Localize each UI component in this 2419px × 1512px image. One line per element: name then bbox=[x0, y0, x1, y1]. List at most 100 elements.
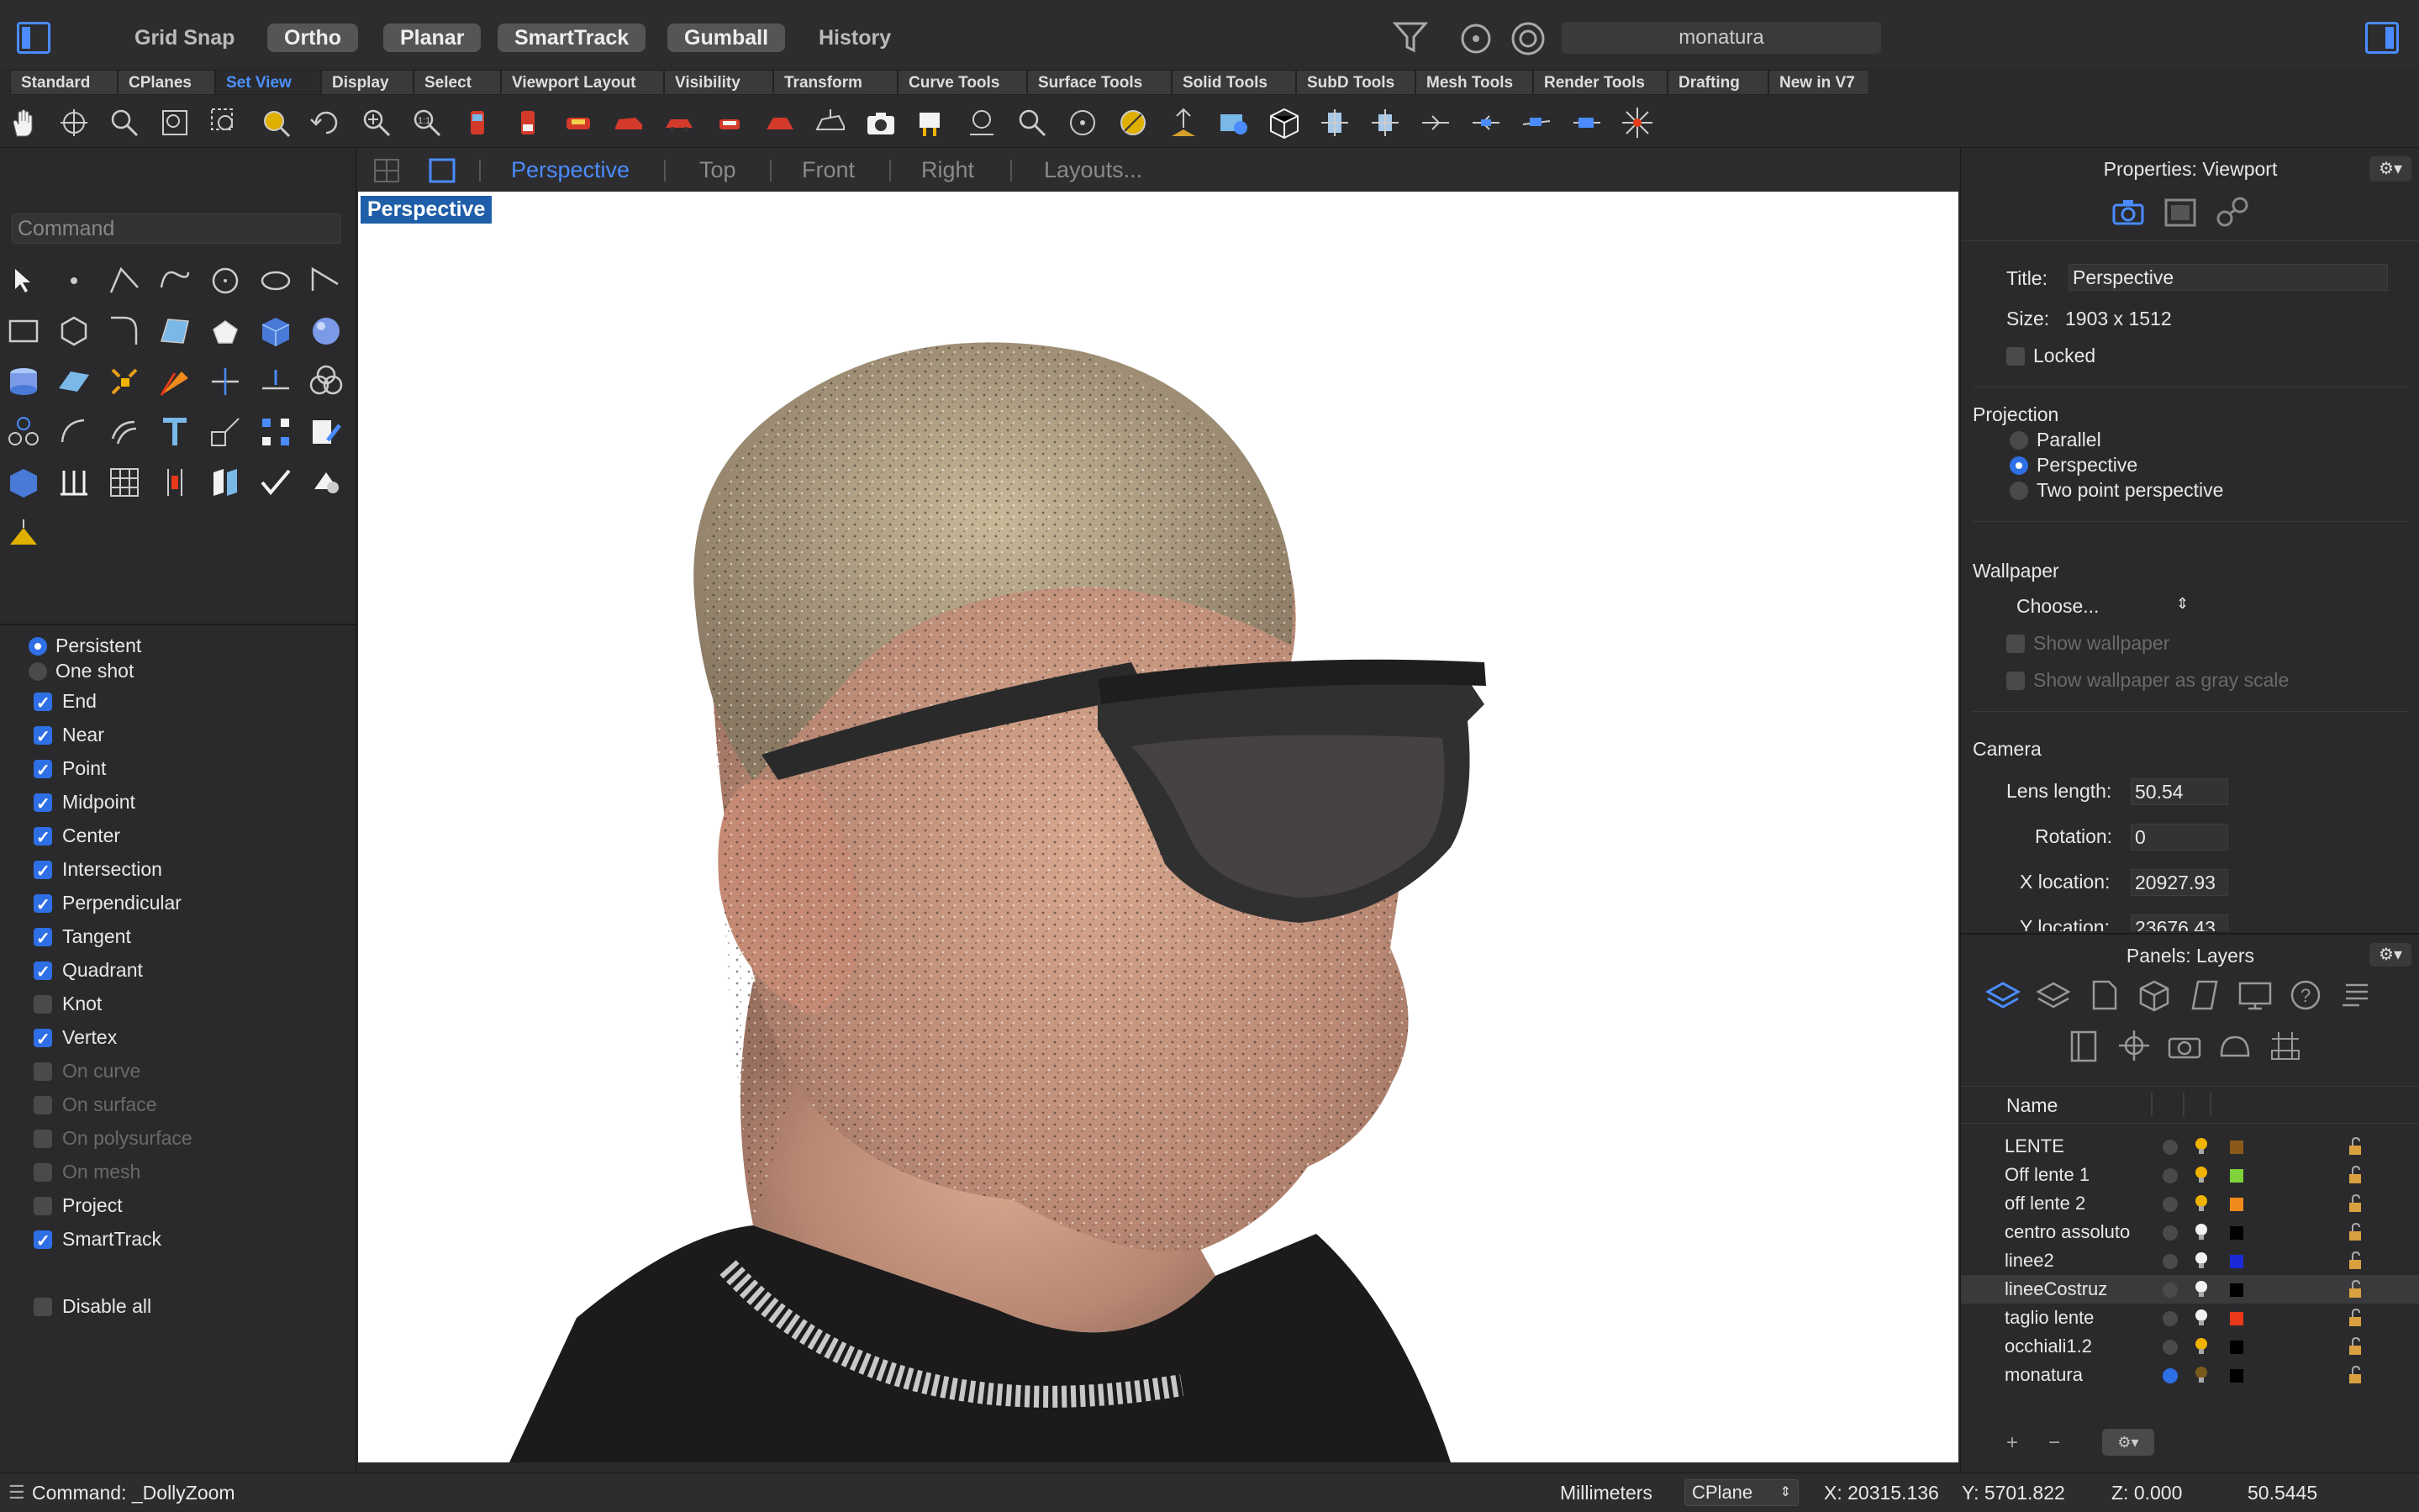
remove-layer-button[interactable]: − bbox=[2048, 1430, 2074, 1456]
surface-icon[interactable] bbox=[156, 313, 193, 350]
current-layer-indicator[interactable] bbox=[2163, 1140, 2178, 1155]
x-location-input[interactable]: 20927.93 bbox=[2131, 869, 2228, 896]
ground-plane-icon[interactable] bbox=[2267, 1029, 2304, 1062]
array-icon[interactable] bbox=[257, 414, 294, 450]
toggle-right-panel-icon[interactable] bbox=[2365, 22, 2399, 54]
osnap-checkbox[interactable] bbox=[34, 957, 52, 988]
join-icon[interactable] bbox=[308, 363, 345, 400]
layer-name-column-header[interactable]: Name bbox=[2006, 1094, 2058, 1117]
polygon-icon[interactable] bbox=[55, 313, 92, 350]
properties-gear-menu[interactable]: ⚙▾ bbox=[2369, 156, 2411, 182]
tab-visibility[interactable]: Visibility bbox=[664, 70, 773, 95]
layer-row[interactable]: occhiali1.2 bbox=[1961, 1332, 2419, 1361]
curve-icon[interactable] bbox=[156, 262, 193, 299]
rotate-view-icon[interactable] bbox=[57, 106, 91, 140]
search-field[interactable]: monatura bbox=[1562, 22, 1881, 54]
car-view-3-icon[interactable] bbox=[662, 106, 696, 140]
two-point-radio-dot[interactable] bbox=[2010, 482, 2028, 500]
y-location-input[interactable]: 23676.43 bbox=[2131, 914, 2228, 931]
camera-view-front-icon[interactable] bbox=[461, 106, 494, 140]
osnap-checkbox[interactable] bbox=[34, 1025, 52, 1055]
lightbulb-icon[interactable] bbox=[2194, 1194, 2209, 1213]
libraries-icon[interactable] bbox=[2065, 1029, 2102, 1062]
cplane-dropdown[interactable]: CPlane ⇕ bbox=[1684, 1479, 1799, 1506]
osnap-checkbox[interactable] bbox=[34, 1163, 52, 1182]
front-view-icon[interactable] bbox=[1318, 106, 1352, 140]
osnap-checkbox[interactable] bbox=[34, 1130, 52, 1148]
layer-color-swatch[interactable] bbox=[2230, 1369, 2243, 1383]
unlocked-padlock-icon[interactable] bbox=[2348, 1223, 2364, 1241]
plane-icon[interactable] bbox=[55, 363, 92, 400]
rotation-input[interactable]: 0 bbox=[2131, 824, 2228, 851]
lightbulb-icon[interactable] bbox=[2194, 1137, 2209, 1156]
wallpaper-choose-dropdown[interactable]: Choose... ⇕ bbox=[2016, 595, 2189, 618]
move-icon[interactable] bbox=[55, 414, 92, 450]
point-icon[interactable] bbox=[55, 262, 92, 299]
display-mode-icon[interactable] bbox=[1510, 20, 1547, 57]
tab-display[interactable]: Display bbox=[321, 70, 414, 95]
layer-row[interactable]: taglio lente bbox=[1961, 1304, 2419, 1332]
ortho-toggle[interactable]: Ortho bbox=[267, 24, 359, 52]
osnap-checkbox[interactable] bbox=[34, 756, 52, 786]
dimension-icon[interactable] bbox=[156, 464, 193, 501]
tab-top[interactable]: Top bbox=[699, 155, 736, 185]
zoom-selected-icon[interactable] bbox=[259, 106, 292, 140]
osnap-checkbox[interactable] bbox=[34, 688, 52, 719]
current-layer-indicator[interactable] bbox=[2163, 1168, 2178, 1183]
command-history-list-icon[interactable]: ☰ bbox=[8, 1473, 25, 1512]
zoom-lens-icon[interactable] bbox=[1015, 106, 1049, 140]
viewport-camera-icon[interactable] bbox=[2111, 195, 2146, 229]
view-cube-icon[interactable] bbox=[1267, 106, 1301, 140]
lens-length-icon[interactable] bbox=[965, 106, 999, 140]
show-wallpaper-box[interactable] bbox=[2006, 635, 2025, 653]
tab-set-view[interactable]: Set View bbox=[215, 70, 321, 95]
select-arrow-icon[interactable] bbox=[5, 262, 42, 299]
linked-viewports-icon[interactable] bbox=[2215, 195, 2250, 229]
lightbulb-icon[interactable] bbox=[2194, 1166, 2209, 1184]
text-icon[interactable] bbox=[156, 414, 193, 450]
camera-icon[interactable] bbox=[864, 106, 898, 140]
lightbulb-icon[interactable] bbox=[2194, 1366, 2209, 1384]
tab-drafting[interactable]: Drafting bbox=[1668, 70, 1768, 95]
history-toggle[interactable]: History bbox=[819, 24, 891, 52]
command-history-icon[interactable] bbox=[2337, 978, 2374, 1012]
document-icon[interactable] bbox=[2085, 978, 2122, 1012]
camera-target-icon[interactable] bbox=[914, 106, 948, 140]
zoom-1to1-icon[interactable]: 1:1 bbox=[410, 106, 444, 140]
back-view-icon[interactable] bbox=[1368, 106, 1402, 140]
layer-row[interactable]: lineeCostruz bbox=[1961, 1275, 2419, 1304]
arc-icon[interactable] bbox=[308, 262, 345, 299]
parallel-radio-dot[interactable] bbox=[2010, 431, 2028, 450]
tab-select[interactable]: Select bbox=[414, 70, 501, 95]
layer-color-swatch[interactable] bbox=[2230, 1341, 2243, 1354]
mesh-grid-icon[interactable] bbox=[106, 464, 143, 501]
lightbulb-icon[interactable] bbox=[2194, 1309, 2209, 1327]
sun-star-icon[interactable] bbox=[1621, 106, 1654, 140]
unlocked-padlock-icon[interactable] bbox=[2348, 1137, 2364, 1156]
osnap-checkbox[interactable] bbox=[34, 1197, 52, 1215]
osnap-checkbox[interactable] bbox=[34, 890, 52, 920]
lightbulb-icon[interactable] bbox=[2194, 1223, 2209, 1241]
trim-icon[interactable] bbox=[207, 363, 244, 400]
command-input[interactable]: Command bbox=[12, 213, 341, 244]
contour-icon[interactable] bbox=[55, 464, 92, 501]
osnap-checkbox[interactable] bbox=[34, 823, 52, 853]
ellipse-icon[interactable] bbox=[257, 262, 294, 299]
units-label[interactable]: Millimeters bbox=[1560, 1473, 1652, 1512]
layer-options-menu[interactable]: ⚙▾ bbox=[2102, 1429, 2154, 1456]
rectangle-icon[interactable] bbox=[5, 313, 42, 350]
boolean-icon[interactable] bbox=[156, 363, 193, 400]
tab-render-tools[interactable]: Render Tools bbox=[1533, 70, 1668, 95]
planar-toggle[interactable]: Planar bbox=[383, 24, 482, 52]
viewport-title-input[interactable]: Perspective bbox=[2069, 264, 2388, 291]
current-layer-indicator[interactable] bbox=[2163, 1197, 2178, 1212]
locked-box[interactable] bbox=[2006, 347, 2025, 366]
layer-row[interactable]: Off lente 1 bbox=[1961, 1161, 2419, 1189]
layer-color-swatch[interactable] bbox=[2230, 1226, 2243, 1240]
unlocked-padlock-icon[interactable] bbox=[2348, 1194, 2364, 1213]
display-monitor-icon[interactable] bbox=[2237, 978, 2274, 1012]
tab-standard[interactable]: Standard bbox=[10, 70, 118, 95]
single-viewport-icon[interactable] bbox=[429, 158, 456, 183]
edit-pencil-icon[interactable] bbox=[308, 414, 345, 450]
airplane-view-4-icon[interactable] bbox=[1570, 106, 1604, 140]
